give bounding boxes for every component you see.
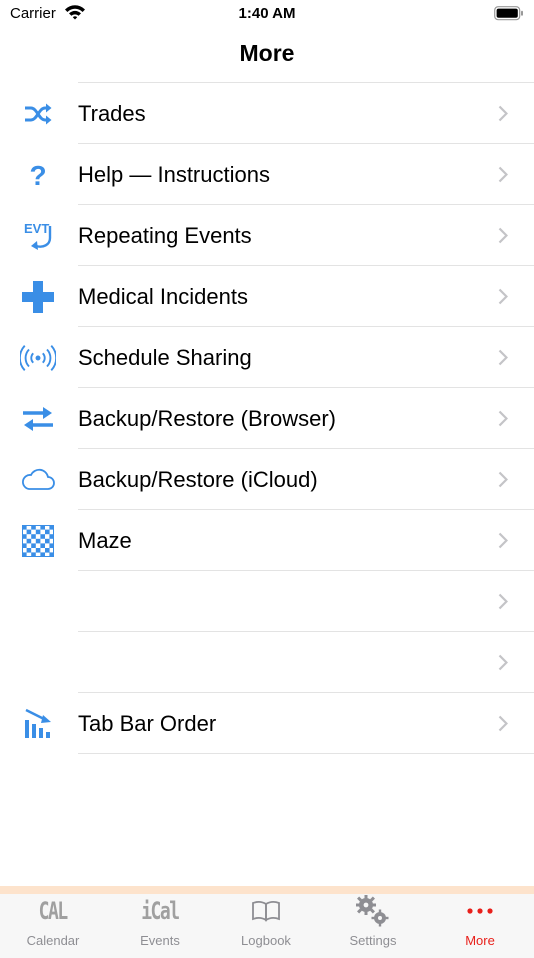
tab-label: Events xyxy=(140,933,180,948)
menu-item-backup-restore-browser[interactable]: Backup/Restore (Browser) xyxy=(0,388,534,449)
menu-item-label: Backup/Restore (Browser) xyxy=(78,406,336,431)
transfer-arrows-icon xyxy=(20,402,56,436)
svg-text:?: ? xyxy=(29,160,46,190)
menu-item-label: Maze xyxy=(78,528,132,553)
menu-item-help-instructions[interactable]: ? Help — Instructions xyxy=(0,144,534,205)
tab-label: More xyxy=(465,933,495,948)
tab-bar: CAL Calendar iCal Events Logbook Setting… xyxy=(0,886,534,958)
menu-item-maze[interactable]: Maze xyxy=(0,510,534,571)
maze-grid-icon xyxy=(20,524,56,558)
chevron-right-icon xyxy=(498,105,509,127)
chevron-right-icon xyxy=(498,654,509,676)
menu-item-label: Repeating Events xyxy=(78,223,252,248)
menu-item-label: Schedule Sharing xyxy=(78,345,252,370)
chevron-right-icon xyxy=(498,715,509,737)
chevron-right-icon xyxy=(498,349,509,371)
menu-item-label: Backup/Restore (iCloud) xyxy=(78,467,318,492)
tab-events[interactable]: iCal Events xyxy=(107,894,213,950)
evt-repeat-icon: EVT xyxy=(20,219,56,253)
chevron-right-icon xyxy=(498,532,509,554)
clock: 1:40 AM xyxy=(238,5,296,22)
tab-logbook[interactable]: Logbook xyxy=(213,894,319,950)
menu-item-label: Medical Incidents xyxy=(78,284,248,309)
shuffle-icon xyxy=(20,97,56,131)
medical-cross-icon xyxy=(20,280,56,314)
menu-item-medical-incidents[interactable]: Medical Incidents xyxy=(0,266,534,327)
menu-item-label: Trades xyxy=(78,101,146,126)
chevron-right-icon xyxy=(498,166,509,188)
menu-item-schedule-sharing[interactable]: Schedule Sharing xyxy=(0,327,534,388)
chevron-right-icon xyxy=(498,288,509,310)
bar-chart-down-icon xyxy=(20,707,56,741)
chevron-right-icon xyxy=(498,410,509,432)
menu-item-tab-bar-order[interactable]: Tab Bar Order xyxy=(0,693,534,754)
cloud-icon xyxy=(20,463,56,497)
tab-label: Calendar xyxy=(26,933,80,948)
menu-item-trades[interactable]: Trades xyxy=(0,83,534,144)
battery-icon xyxy=(494,6,524,26)
menu-item-empty[interactable] xyxy=(0,632,534,693)
tab-calendar[interactable]: CAL Calendar xyxy=(0,894,106,950)
menu-item-empty[interactable] xyxy=(0,571,534,632)
menu-item-repeating-events[interactable]: EVT Repeating Events xyxy=(0,205,534,266)
tab-label: Logbook xyxy=(241,933,291,948)
chevron-right-icon xyxy=(498,471,509,493)
status-bar: Carrier 1:40 AM xyxy=(0,0,534,30)
tab-more[interactable]: More xyxy=(427,894,533,950)
page-title: More xyxy=(239,40,295,66)
chevron-right-icon xyxy=(498,227,509,249)
more-menu-list: Trades ? Help — Instructions EVT Repeati… xyxy=(20,82,534,754)
ical-text-icon: iCal xyxy=(141,897,180,925)
question-mark-icon: ? xyxy=(20,158,56,192)
svg-text:EVT: EVT xyxy=(24,221,49,236)
tab-settings[interactable]: Settings xyxy=(320,894,426,950)
gears-icon xyxy=(320,895,426,927)
cal-text-icon: CAL xyxy=(38,897,69,925)
chevron-right-icon xyxy=(498,593,509,615)
more-dots-icon xyxy=(427,896,533,926)
broadcast-icon xyxy=(20,341,56,375)
tab-label: Settings xyxy=(349,933,397,948)
menu-item-label: Help — Instructions xyxy=(78,162,270,187)
book-icon xyxy=(213,896,319,926)
menu-item-label: Tab Bar Order xyxy=(78,711,217,736)
menu-item-backup-restore-icloud[interactable]: Backup/Restore (iCloud) xyxy=(0,449,534,510)
